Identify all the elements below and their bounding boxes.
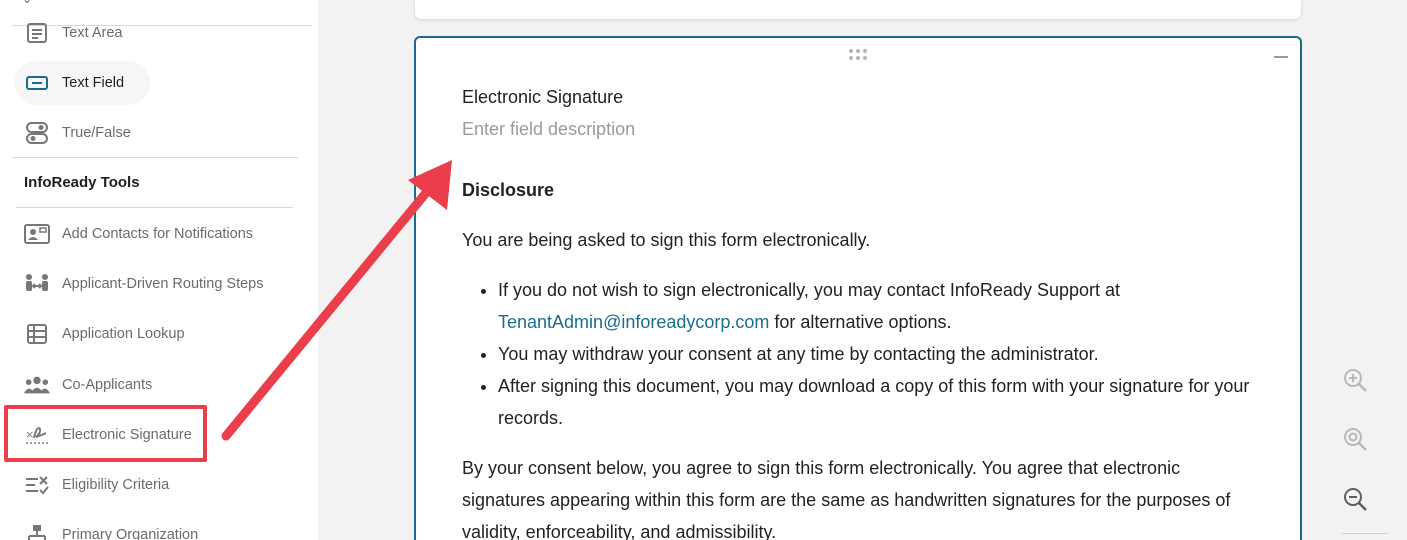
list-item: After signing this document, you may dow… — [498, 370, 1262, 434]
disclosure-intro: You are being asked to sign this form el… — [462, 230, 871, 250]
sidebar-item-true-false[interactable]: True/False — [14, 111, 131, 155]
list-item: You may withdraw your consent at any tim… — [498, 338, 1262, 370]
bullet-text: for alternative options. — [769, 312, 952, 332]
sidebar-item-routing-steps[interactable]: Applicant-Driven Routing Steps — [14, 262, 264, 306]
sidebar-item-label: Co-Applicants — [62, 377, 153, 393]
divider — [1342, 533, 1388, 534]
sidebar-item-co-applicants[interactable]: Co-Applicants — [14, 363, 152, 407]
sidebar-item-label: Primary Organization — [62, 527, 199, 540]
previous-field-card[interactable] — [415, 0, 1301, 19]
sidebar-item-label: Text Area — [62, 25, 123, 41]
sidebar-item-label: True/False — [62, 125, 131, 141]
toggle-icon — [24, 120, 50, 146]
zoom-out-icon — [1342, 486, 1368, 517]
list-item: If you do not wish to sign electronicall… — [498, 274, 1262, 338]
sidebar-item-label: Text Field — [62, 75, 125, 91]
signature-icon: × — [24, 422, 50, 448]
sidebar-item-label: Applicant-Driven Routing Steps — [62, 276, 264, 292]
contact-card-icon — [24, 221, 50, 247]
sidebar-item-electronic-signature[interactable]: × Electronic Signature — [14, 413, 192, 457]
field-description-input[interactable]: Enter field description — [462, 119, 635, 140]
disclosure-heading: Disclosure — [462, 180, 555, 200]
users-icon — [24, 372, 50, 398]
field-title[interactable]: Electronic Signature — [462, 87, 623, 108]
text-area-icon — [24, 20, 50, 46]
zoom-in-button[interactable] — [1340, 367, 1370, 397]
org-chart-icon — [24, 522, 50, 540]
svg-text:×: × — [25, 428, 34, 441]
sidebar-item-add-contacts[interactable]: Add Contacts for Notifications — [14, 212, 253, 256]
sidebar-item-text-field[interactable]: Text Field — [14, 61, 150, 105]
chevron-icon: ⌄ — [22, 0, 32, 6]
field-card[interactable]: Electronic Signature Enter field descrip… — [414, 36, 1302, 540]
drag-handle-icon[interactable] — [848, 48, 868, 67]
zoom-reset-icon — [1342, 426, 1368, 457]
routing-icon — [24, 271, 50, 297]
checklist-icon — [24, 472, 50, 498]
text-field-icon — [24, 70, 50, 96]
zoom-out-button[interactable] — [1340, 486, 1370, 516]
sidebar-item-label: Eligibility Criteria — [62, 477, 170, 493]
sidebar-item-label: Electronic Signature — [62, 427, 192, 443]
sidebar-item-primary-organization[interactable]: Primary Organization — [14, 513, 198, 540]
section-heading: InfoReady Tools — [24, 174, 140, 191]
table-lookup-icon — [24, 321, 50, 347]
divider — [16, 207, 293, 208]
support-email-link[interactable]: TenantAdmin@inforeadycorp.com — [498, 312, 769, 332]
bullet-text: If you do not wish to sign electronicall… — [498, 280, 1121, 300]
sidebar-item-label: Add Contacts for Notifications — [62, 226, 254, 242]
zoom-in-icon — [1342, 367, 1368, 398]
consent-paragraph: By your consent below, you agree to sign… — [462, 458, 1231, 540]
zoom-reset-button[interactable] — [1340, 426, 1370, 456]
divider — [12, 157, 298, 158]
disclosure-content: Disclosure You are being asked to sign t… — [462, 174, 1262, 540]
sidebar-item-label: Application Lookup — [62, 326, 185, 342]
disclosure-list: If you do not wish to sign electronicall… — [498, 274, 1262, 434]
sidebar-item-eligibility-criteria[interactable]: Eligibility Criteria — [14, 463, 169, 507]
sidebar-item-text-area[interactable]: Text Area — [14, 11, 122, 55]
sidebar-item-application-lookup[interactable]: Application Lookup — [14, 312, 185, 356]
sidebar: ⌄ Text Area Text Field True/False InfoRe… — [0, 0, 318, 540]
collapse-icon[interactable] — [1274, 56, 1288, 58]
